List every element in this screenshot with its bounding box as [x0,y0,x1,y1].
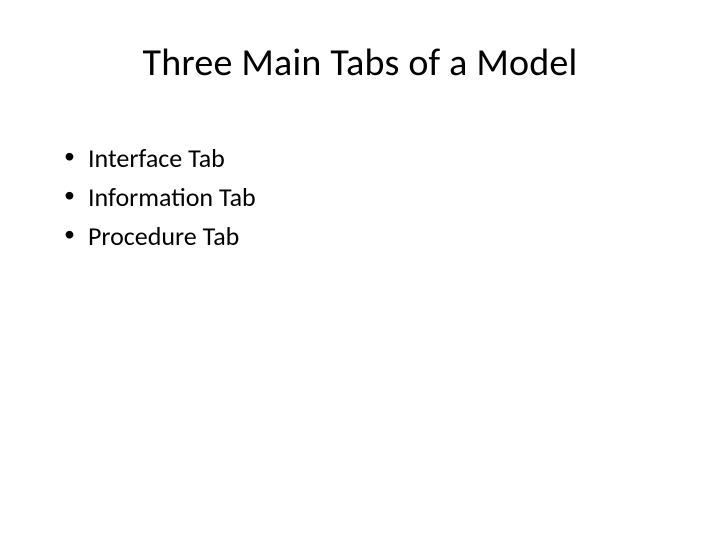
list-item: Interface Tab [60,141,670,176]
bullet-list: Interface Tab Information Tab Procedure … [50,141,670,254]
list-item: Information Tab [60,180,670,215]
slide-title: Three Main Tabs of a Model [50,40,670,86]
list-item: Procedure Tab [60,219,670,254]
slide: Three Main Tabs of a Model Interface Tab… [0,0,720,540]
